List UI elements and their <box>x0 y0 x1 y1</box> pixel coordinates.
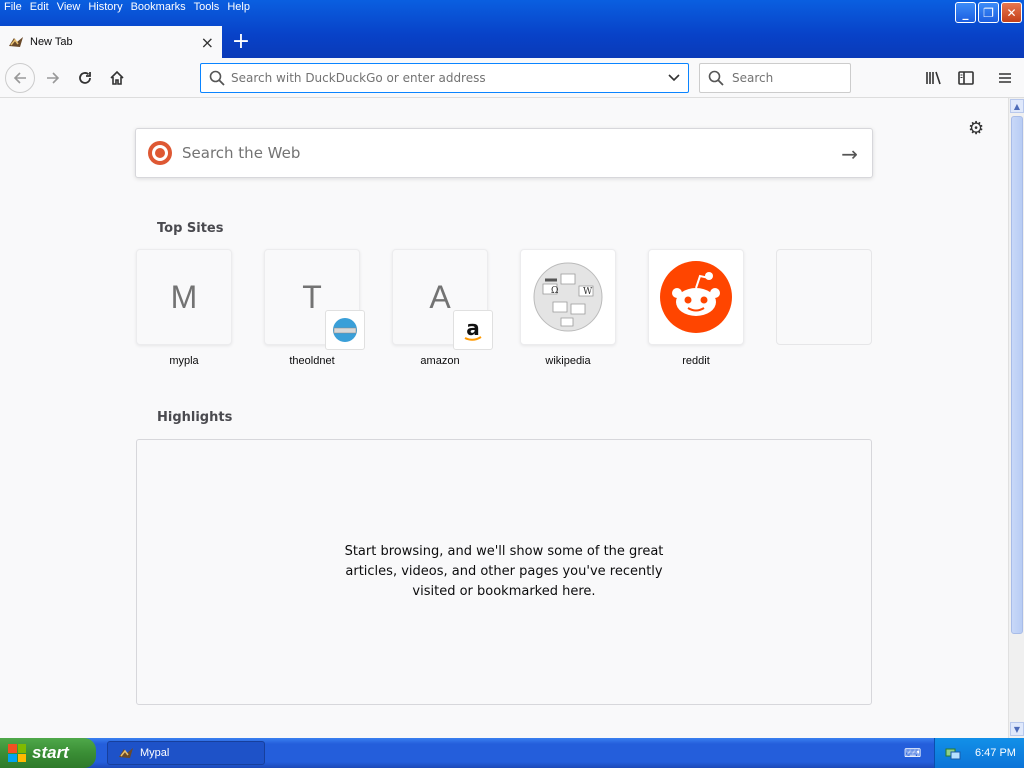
network-tray-icon[interactable] <box>945 745 961 761</box>
mypal-favicon-icon <box>9 37 23 47</box>
search-icon <box>209 70 225 86</box>
menu-view[interactable]: View <box>53 0 85 18</box>
menu-history[interactable]: History <box>84 0 126 18</box>
customize-gear-icon[interactable]: ⚙ <box>968 118 984 139</box>
top-sites-heading: Top Sites <box>157 221 224 236</box>
reload-button[interactable] <box>71 64 99 92</box>
tile-letter: A <box>429 278 451 315</box>
highlights-panel: Start browsing, and we'll show some of t… <box>136 439 872 705</box>
highlights-heading: Highlights <box>157 410 233 425</box>
close-window-button[interactable]: ✕ <box>1001 2 1022 23</box>
menu-bookmarks[interactable]: Bookmarks <box>127 0 190 18</box>
new-tab-button[interactable]: + <box>230 29 252 54</box>
windows-flag-icon <box>8 744 26 762</box>
scroll-down-arrow-icon[interactable]: ▼ <box>1010 722 1024 736</box>
hamburger-menu-icon <box>999 73 1011 83</box>
restore-icon: ❐ <box>983 5 994 20</box>
top-site-label: amazon <box>420 355 460 367</box>
windows-taskbar: start Mypal ⌨ 6:47 PM <box>0 738 1024 768</box>
top-site-empty <box>776 249 872 355</box>
tile-letter: M <box>170 278 198 315</box>
reddit-logo-icon <box>660 261 732 333</box>
new-tab-page: ⚙ Search the Web → Top Sites M mypla T t… <box>0 98 1008 738</box>
reload-icon <box>79 72 91 84</box>
search-input[interactable]: Search <box>699 63 851 93</box>
close-icon: ✕ <box>1006 5 1017 20</box>
top-site-wikipedia[interactable]: Ω W wikipedia <box>520 249 616 367</box>
top-site-tile[interactable]: Ω W <box>520 249 616 345</box>
start-label: start <box>32 743 69 762</box>
window-controls: _ ❐ ✕ <box>955 2 1022 23</box>
home-button[interactable] <box>103 64 131 92</box>
duckduckgo-logo-icon <box>148 141 172 165</box>
mypal-app-icon <box>119 748 133 758</box>
top-site-tile[interactable]: A a <box>392 249 493 350</box>
start-button[interactable]: start <box>0 738 96 768</box>
tab-new-tab[interactable]: New Tab × <box>0 26 222 58</box>
menu-button[interactable] <box>991 64 1019 92</box>
empty-tile-placeholder <box>776 249 872 345</box>
tile-letter: T <box>302 278 322 315</box>
taskbar-item-label: Mypal <box>140 747 170 759</box>
library-icon <box>926 71 941 85</box>
highlights-empty-message: Start browsing, and we'll show some of t… <box>344 544 664 599</box>
top-site-label: reddit <box>682 355 710 367</box>
scroll-up-arrow-icon[interactable]: ▲ <box>1010 99 1024 113</box>
svg-text:Ω: Ω <box>551 286 558 296</box>
chevron-down-icon[interactable] <box>668 73 680 83</box>
search-placeholder: Search <box>732 71 774 85</box>
library-button[interactable] <box>920 64 948 92</box>
top-site-theoldnet[interactable]: T theoldnet <box>264 249 365 367</box>
top-site-label: wikipedia <box>545 355 591 367</box>
tab-label: New Tab <box>30 36 73 48</box>
theoldnet-logo-icon <box>325 310 365 350</box>
home-icon <box>110 70 124 85</box>
system-tray: 6:47 PM <box>934 738 1024 768</box>
wikipedia-globe-icon: Ω W <box>533 262 603 332</box>
forward-button[interactable] <box>39 64 67 92</box>
navigation-toolbar: Search with DuckDuckGo or enter address … <box>0 58 1024 98</box>
menu-tools[interactable]: Tools <box>190 0 224 18</box>
address-placeholder: Search with DuckDuckGo or enter address <box>231 71 486 85</box>
svg-text:a: a <box>466 316 480 340</box>
sidebar-button[interactable] <box>952 64 980 92</box>
menu-help[interactable]: Help <box>223 0 254 18</box>
top-site-amazon[interactable]: A a amazon <box>392 249 493 367</box>
vertical-scrollbar[interactable]: ▲ ▼ <box>1008 98 1024 738</box>
restore-button[interactable]: ❐ <box>978 2 999 23</box>
menu-bar: File Edit View History Bookmarks Tools H… <box>0 0 254 18</box>
top-site-tile[interactable]: T <box>264 249 365 350</box>
arrow-right-icon <box>47 72 60 84</box>
window-titlebar: File Edit View History Bookmarks Tools H… <box>0 0 1024 58</box>
svg-text:W: W <box>583 287 593 297</box>
search-submit-arrow-icon[interactable]: → <box>841 142 858 166</box>
keyboard-icon[interactable]: ⌨ <box>904 746 921 760</box>
tab-close-icon[interactable]: × <box>201 33 214 52</box>
minimize-button[interactable]: _ <box>955 2 976 23</box>
top-site-reddit[interactable]: reddit <box>648 249 744 367</box>
top-site-label: theoldnet <box>289 355 335 367</box>
top-site-tile[interactable] <box>648 249 744 345</box>
search-icon <box>708 70 724 86</box>
web-search-box[interactable]: Search the Web → <box>135 128 873 178</box>
address-bar[interactable]: Search with DuckDuckGo or enter address <box>200 63 689 93</box>
taskbar-item-mypal[interactable]: Mypal <box>107 741 265 765</box>
top-site-tile[interactable]: M <box>136 249 232 345</box>
clock[interactable]: 6:47 PM <box>975 747 1016 759</box>
minimize-icon: _ <box>962 5 969 20</box>
arrow-left-icon <box>13 72 26 84</box>
menu-edit[interactable]: Edit <box>26 0 53 18</box>
top-site-mypla[interactable]: M mypla <box>136 249 232 367</box>
amazon-logo-icon: a <box>453 310 493 350</box>
sidebar-icon <box>958 71 974 85</box>
top-site-label: mypla <box>169 355 199 367</box>
scrollbar-thumb[interactable] <box>1011 116 1023 634</box>
menu-file[interactable]: File <box>0 0 26 18</box>
back-button[interactable] <box>5 63 35 93</box>
web-search-placeholder: Search the Web <box>182 144 301 162</box>
